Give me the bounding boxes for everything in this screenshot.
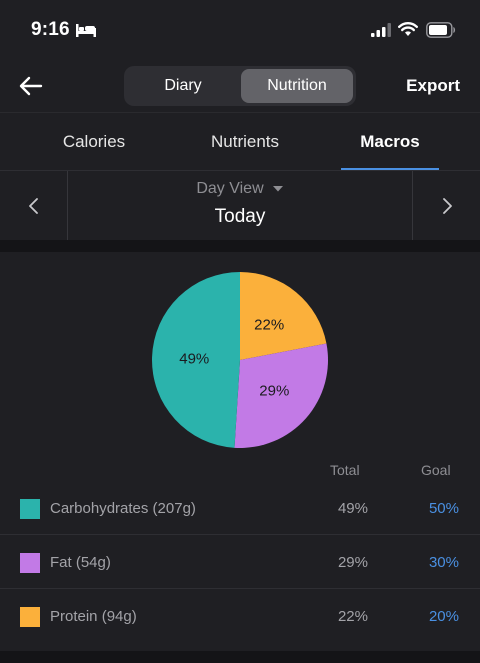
sleep-mode-icon bbox=[76, 24, 96, 37]
pie-slice-label-2: 49% bbox=[179, 351, 209, 368]
tab-macros[interactable]: Macros bbox=[340, 113, 440, 171]
chevron-left-icon bbox=[29, 198, 38, 214]
macros-panel: 22% 29% 49% Total Goal Carbohydrates (207g… bbox=[0, 252, 480, 651]
cellular-signal-icon bbox=[371, 23, 391, 37]
date-label: Today bbox=[214, 206, 266, 227]
macro-row-carbohydrates: Carbohydrates (207g) 49% 50% bbox=[0, 481, 480, 535]
macros-pie-chart: 22% 29% 49% bbox=[151, 272, 328, 448]
next-day-button[interactable] bbox=[412, 171, 480, 241]
macro-total-percent: 49% bbox=[337, 500, 368, 517]
export-button[interactable]: Export bbox=[406, 76, 460, 96]
macro-row-fat: Fat (54g) 29% 30% bbox=[0, 535, 480, 589]
previous-day-button[interactable] bbox=[0, 171, 68, 241]
macro-name: Fat (54g) bbox=[50, 554, 111, 571]
segment-nutrition[interactable]: Nutrition bbox=[241, 69, 353, 103]
macro-name: Carbohydrates (207g) bbox=[50, 500, 196, 517]
back-arrow-icon[interactable] bbox=[18, 74, 44, 98]
caret-down-icon bbox=[272, 185, 283, 192]
macro-goal-percent[interactable]: 20% bbox=[429, 608, 459, 625]
day-view-picker[interactable]: Day View Today bbox=[69, 171, 411, 241]
fat-color-swatch bbox=[20, 553, 40, 573]
carbohydrates-color-swatch bbox=[20, 499, 40, 519]
status-bar: 9:16 bbox=[0, 0, 480, 60]
wifi-icon bbox=[398, 22, 418, 36]
battery-icon bbox=[426, 22, 456, 38]
diary-nutrition-segmented-control: Diary Nutrition bbox=[124, 66, 356, 106]
tab-calories[interactable]: Calories bbox=[44, 113, 144, 171]
date-selector: Day View Today bbox=[0, 170, 480, 241]
section-divider bbox=[0, 240, 480, 252]
day-view-label: Day View bbox=[196, 180, 264, 197]
macro-goal-percent[interactable]: 30% bbox=[429, 554, 459, 571]
macro-total-percent: 22% bbox=[337, 608, 368, 625]
pie-slice-label-0: 22% bbox=[254, 317, 284, 334]
segment-diary[interactable]: Diary bbox=[127, 69, 239, 103]
macro-row-protein: Protein (94g) 22% 20% bbox=[0, 589, 480, 643]
total-column-header: Total bbox=[330, 462, 360, 478]
macro-goal-percent[interactable]: 50% bbox=[429, 500, 459, 517]
macro-name: Protein (94g) bbox=[50, 608, 137, 625]
chevron-right-icon bbox=[443, 198, 452, 214]
tab-nutrients[interactable]: Nutrients bbox=[195, 113, 295, 171]
pie-slice-label-1: 29% bbox=[259, 382, 289, 399]
tab-bar: Calories Nutrients Macros bbox=[0, 112, 480, 171]
bottom-divider bbox=[0, 651, 480, 663]
status-time: 9:16 bbox=[31, 19, 70, 40]
macro-total-percent: 29% bbox=[337, 554, 368, 571]
goal-column-header: Goal bbox=[421, 462, 451, 478]
day-view-row: Day View bbox=[69, 180, 411, 198]
protein-color-swatch bbox=[20, 607, 40, 627]
navigation-bar: Diary Nutrition Export bbox=[0, 60, 480, 112]
